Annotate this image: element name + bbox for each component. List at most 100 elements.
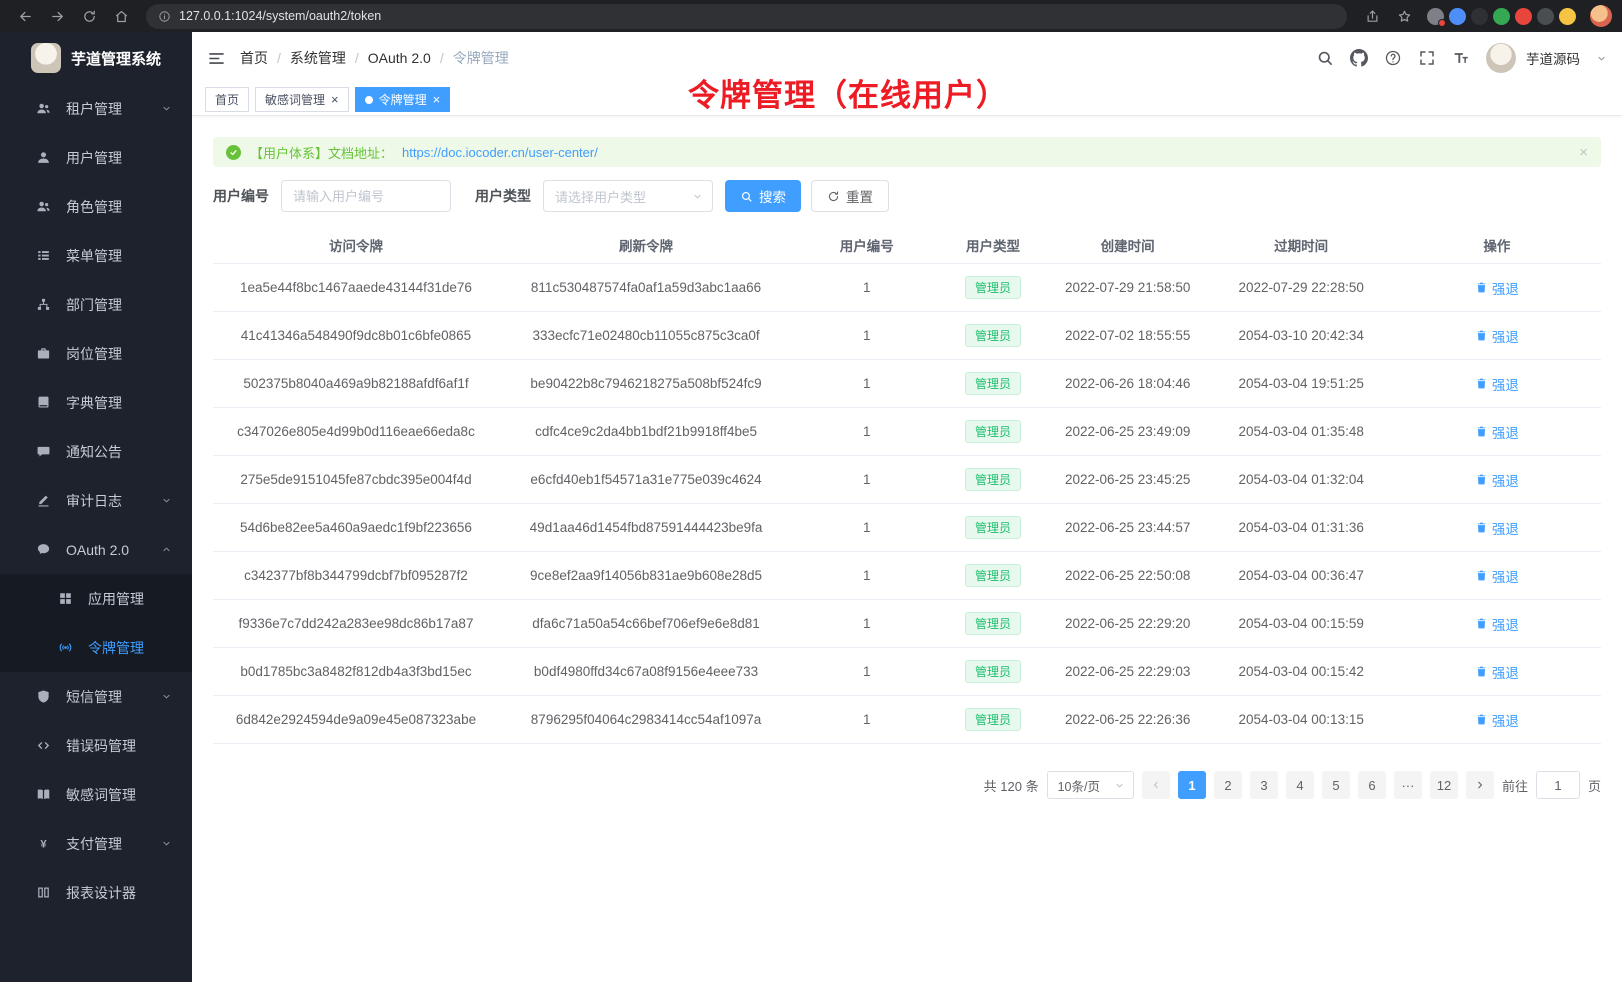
user-type-select[interactable]: 请选择用户类型: [543, 180, 713, 212]
force-logout-button[interactable]: 强退: [1475, 614, 1519, 634]
sidebar-item-sms[interactable]: 短信管理: [0, 672, 192, 721]
pagination-more[interactable]: ···: [1394, 771, 1422, 799]
extension-red-icon[interactable]: [1515, 8, 1532, 25]
bookmark-button[interactable]: [1389, 3, 1419, 29]
browser-back-button[interactable]: [10, 3, 40, 29]
force-logout-button[interactable]: 强退: [1475, 662, 1519, 682]
force-logout-button[interactable]: 强退: [1475, 518, 1519, 538]
browser-home-button[interactable]: [106, 3, 136, 29]
info-icon[interactable]: [158, 10, 171, 23]
sidebar-item-app-manage[interactable]: 应用管理: [0, 574, 192, 623]
sidebar-item-user[interactable]: 用户管理: [0, 133, 192, 182]
hamburger-icon[interactable]: [207, 49, 226, 68]
extension-green-icon[interactable]: [1493, 8, 1510, 25]
tab-令牌管理[interactable]: 令牌管理×: [355, 87, 451, 112]
create-time-cell: 2022-06-25 22:26:36: [1046, 712, 1210, 727]
expire-time-cell: 2054-03-04 00:15:59: [1210, 616, 1393, 631]
trash-icon: [1475, 521, 1488, 534]
sidebar-item-token-manage[interactable]: 令牌管理: [0, 623, 192, 672]
home-icon: [114, 9, 129, 24]
font-size-icon[interactable]: [1452, 49, 1470, 67]
sidebar-item-role[interactable]: 角色管理: [0, 182, 192, 231]
access-token-cell: c347026e805e4d99b0d116eae66eda8c: [213, 424, 499, 439]
browser-url-bar[interactable]: 127.0.0.1:1024/system/oauth2/token: [146, 4, 1347, 29]
username[interactable]: 芋道源码: [1526, 48, 1580, 68]
extension-blue-icon[interactable]: [1449, 8, 1466, 25]
search-icon[interactable]: [1316, 49, 1334, 67]
people-icon: [36, 101, 51, 116]
reset-button[interactable]: 重置: [811, 180, 889, 212]
pagination-page-2[interactable]: 2: [1214, 771, 1242, 799]
browser-forward-button[interactable]: [42, 3, 72, 29]
force-logout-button[interactable]: 强退: [1475, 566, 1519, 586]
force-logout-button[interactable]: 强退: [1475, 374, 1519, 394]
user-avatar[interactable]: [1486, 43, 1516, 73]
extension-darkgray-icon[interactable]: [1537, 8, 1554, 25]
sidebar-item-dept[interactable]: 部门管理: [0, 280, 192, 329]
sidebar-item-post[interactable]: 岗位管理: [0, 329, 192, 378]
force-logout-button[interactable]: 强退: [1475, 278, 1519, 298]
force-logout-button[interactable]: 强退: [1475, 470, 1519, 490]
sidebar-item-notice[interactable]: 通知公告: [0, 427, 192, 476]
breadcrumb: 首页/系统管理/OAuth 2.0/令牌管理: [240, 48, 509, 68]
force-logout-button[interactable]: 强退: [1475, 710, 1519, 730]
pagination: 共 120 条 10条/页 123456···12 前往 页: [213, 771, 1601, 823]
refresh-token-cell: b0df4980ffd34c67a08f9156e4eee733: [499, 664, 793, 679]
user-icon: [36, 150, 51, 165]
github-icon[interactable]: [1350, 49, 1368, 67]
sidebar-item-dict[interactable]: 字典管理: [0, 378, 192, 427]
breadcrumb-item[interactable]: OAuth 2.0: [368, 50, 431, 66]
extension-yellow-icon[interactable]: [1559, 8, 1576, 25]
prev-page-button[interactable]: [1142, 771, 1170, 799]
tab-close-icon[interactable]: ×: [331, 93, 339, 106]
sidebar-item-menu[interactable]: 菜单管理: [0, 231, 192, 280]
sidebar-item-pay[interactable]: ¥支付管理: [0, 819, 192, 868]
browser-reload-button[interactable]: [74, 3, 104, 29]
force-logout-label: 强退: [1492, 422, 1519, 442]
tab-敏感词管理[interactable]: 敏感词管理×: [255, 87, 349, 112]
pagination-page-5[interactable]: 5: [1322, 771, 1350, 799]
fullscreen-icon[interactable]: [1418, 49, 1436, 67]
pagination-page-12[interactable]: 12: [1430, 771, 1458, 799]
sidebar-item-oauth2[interactable]: OAuth 2.0: [0, 525, 192, 574]
user-id-label: 用户编号: [213, 186, 269, 206]
browser-profile-avatar[interactable]: [1590, 5, 1612, 27]
extension-gray-icon[interactable]: [1427, 8, 1444, 25]
sidebar-item-error-code[interactable]: 错误码管理: [0, 721, 192, 770]
help-icon[interactable]: [1384, 49, 1402, 67]
pagination-page-1[interactable]: 1: [1178, 771, 1206, 799]
force-logout-button[interactable]: 强退: [1475, 422, 1519, 442]
force-logout-label: 强退: [1492, 278, 1519, 298]
sidebar-item-sensitive-word[interactable]: 敏感词管理: [0, 770, 192, 819]
pagination-page-3[interactable]: 3: [1250, 771, 1278, 799]
chat-icon: [36, 542, 51, 557]
create-time-cell: 2022-06-26 18:04:46: [1046, 376, 1210, 391]
user-type-cell: 管理员: [940, 372, 1045, 395]
breadcrumb-item[interactable]: 系统管理: [290, 48, 346, 68]
alert-doc-link[interactable]: https://doc.iocoder.cn/user-center/: [402, 145, 598, 160]
pagination-page-6[interactable]: 6: [1358, 771, 1386, 799]
goto-page-input[interactable]: [1536, 771, 1580, 799]
breadcrumb-item[interactable]: 首页: [240, 48, 268, 68]
tab-close-icon[interactable]: ×: [433, 93, 441, 106]
share-button[interactable]: [1357, 3, 1387, 29]
sidebar-item-audit-log[interactable]: 审计日志: [0, 476, 192, 525]
share-icon: [1365, 9, 1380, 24]
force-logout-button[interactable]: 强退: [1475, 326, 1519, 346]
sidebar-item-report[interactable]: 报表设计器: [0, 868, 192, 917]
user-id-input[interactable]: [281, 180, 451, 212]
tab-首页[interactable]: 首页: [205, 87, 249, 112]
search-button[interactable]: 搜索: [725, 180, 801, 212]
extension-dark-icon[interactable]: [1471, 8, 1488, 25]
pagination-page-4[interactable]: 4: [1286, 771, 1314, 799]
sidebar-item-tenant[interactable]: 租户管理: [0, 84, 192, 133]
table-row: 41c41346a548490f9dc8b01c6bfe0865333ecfc7…: [213, 312, 1601, 360]
next-page-button[interactable]: [1466, 771, 1494, 799]
action-cell: 强退: [1393, 662, 1601, 682]
alert-close-icon[interactable]: ×: [1579, 144, 1588, 161]
browser-toolbar: 127.0.0.1:1024/system/oauth2/token: [0, 0, 1622, 32]
user-id-cell: 1: [793, 376, 940, 391]
app-logo-row[interactable]: 芋道管理系统: [0, 32, 192, 84]
page-size-select[interactable]: 10条/页: [1047, 771, 1134, 799]
trash-icon: [1475, 425, 1488, 438]
